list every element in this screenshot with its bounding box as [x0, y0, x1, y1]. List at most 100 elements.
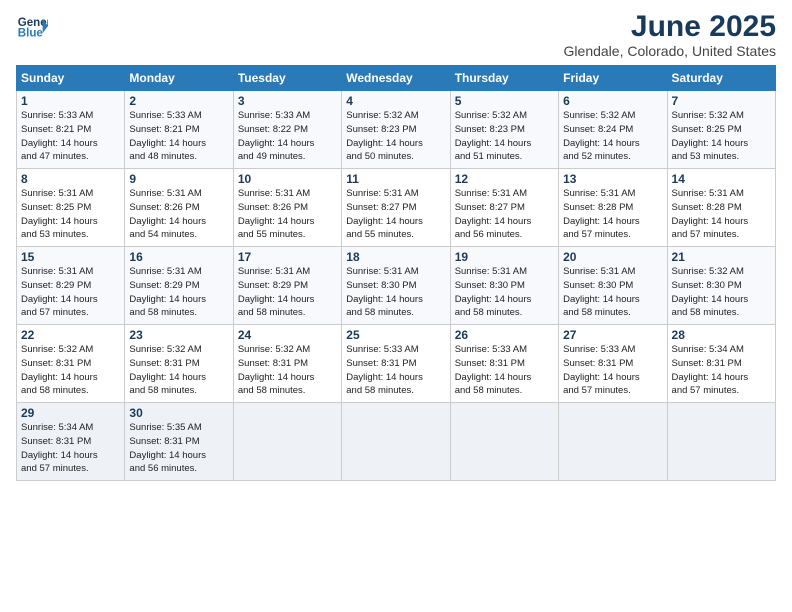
day-info: Sunrise: 5:31 AMSunset: 8:29 PMDaylight:…	[238, 265, 337, 320]
col-header-sunday: Sunday	[17, 66, 125, 91]
week-row-3: 15Sunrise: 5:31 AMSunset: 8:29 PMDayligh…	[17, 247, 776, 325]
day-info-line: Sunrise: 5:31 AM	[563, 265, 662, 279]
day-number: 2	[129, 94, 228, 108]
day-cell: 6Sunrise: 5:32 AMSunset: 8:24 PMDaylight…	[559, 91, 667, 169]
day-info-line: and 57 minutes.	[21, 462, 120, 476]
day-info: Sunrise: 5:31 AMSunset: 8:29 PMDaylight:…	[21, 265, 120, 320]
day-info-line: Daylight: 14 hours	[563, 371, 662, 385]
day-cell: 16Sunrise: 5:31 AMSunset: 8:29 PMDayligh…	[125, 247, 233, 325]
day-info: Sunrise: 5:34 AMSunset: 8:31 PMDaylight:…	[21, 421, 120, 476]
day-number: 16	[129, 250, 228, 264]
day-info-line: and 58 minutes.	[455, 384, 554, 398]
week-row-2: 8Sunrise: 5:31 AMSunset: 8:25 PMDaylight…	[17, 169, 776, 247]
day-info-line: Sunset: 8:31 PM	[238, 357, 337, 371]
day-info-line: Sunset: 8:31 PM	[563, 357, 662, 371]
day-cell	[233, 403, 341, 481]
day-info-line: Sunrise: 5:32 AM	[129, 343, 228, 357]
day-info-line: Daylight: 14 hours	[21, 215, 120, 229]
calendar-header-row: SundayMondayTuesdayWednesdayThursdayFrid…	[17, 66, 776, 91]
day-info-line: Sunrise: 5:31 AM	[21, 187, 120, 201]
day-info-line: Sunrise: 5:31 AM	[455, 265, 554, 279]
col-header-saturday: Saturday	[667, 66, 775, 91]
day-info-line: Sunset: 8:31 PM	[21, 357, 120, 371]
day-number: 13	[563, 172, 662, 186]
day-info-line: Sunrise: 5:34 AM	[21, 421, 120, 435]
day-info-line: Sunrise: 5:32 AM	[455, 109, 554, 123]
day-number: 30	[129, 406, 228, 420]
day-number: 8	[21, 172, 120, 186]
day-info-line: Daylight: 14 hours	[238, 137, 337, 151]
day-cell	[559, 403, 667, 481]
day-info-line: Daylight: 14 hours	[563, 215, 662, 229]
day-cell: 7Sunrise: 5:32 AMSunset: 8:25 PMDaylight…	[667, 91, 775, 169]
day-info-line: Sunset: 8:31 PM	[21, 435, 120, 449]
day-info-line: Sunrise: 5:31 AM	[346, 265, 445, 279]
calendar-table: SundayMondayTuesdayWednesdayThursdayFrid…	[16, 65, 776, 481]
day-info-line: Sunset: 8:26 PM	[238, 201, 337, 215]
day-info-line: Daylight: 14 hours	[672, 371, 771, 385]
day-number: 28	[672, 328, 771, 342]
day-info-line: Sunset: 8:31 PM	[672, 357, 771, 371]
day-info-line: and 58 minutes.	[238, 306, 337, 320]
col-header-wednesday: Wednesday	[342, 66, 450, 91]
week-row-4: 22Sunrise: 5:32 AMSunset: 8:31 PMDayligh…	[17, 325, 776, 403]
day-info-line: Sunset: 8:23 PM	[455, 123, 554, 137]
day-info-line: Daylight: 14 hours	[563, 137, 662, 151]
day-info-line: Sunset: 8:25 PM	[21, 201, 120, 215]
day-number: 14	[672, 172, 771, 186]
day-info-line: Sunrise: 5:34 AM	[672, 343, 771, 357]
day-info-line: Sunset: 8:28 PM	[672, 201, 771, 215]
day-info-line: and 55 minutes.	[346, 228, 445, 242]
day-info: Sunrise: 5:32 AMSunset: 8:31 PMDaylight:…	[129, 343, 228, 398]
day-info-line: and 56 minutes.	[455, 228, 554, 242]
day-info: Sunrise: 5:32 AMSunset: 8:23 PMDaylight:…	[455, 109, 554, 164]
day-cell: 21Sunrise: 5:32 AMSunset: 8:30 PMDayligh…	[667, 247, 775, 325]
day-info-line: Daylight: 14 hours	[129, 371, 228, 385]
day-number: 3	[238, 94, 337, 108]
day-number: 6	[563, 94, 662, 108]
day-info-line: Sunset: 8:30 PM	[672, 279, 771, 293]
day-number: 17	[238, 250, 337, 264]
subtitle: Glendale, Colorado, United States	[564, 43, 776, 59]
day-cell: 4Sunrise: 5:32 AMSunset: 8:23 PMDaylight…	[342, 91, 450, 169]
day-number: 1	[21, 94, 120, 108]
day-info-line: Sunrise: 5:33 AM	[455, 343, 554, 357]
day-cell: 1Sunrise: 5:33 AMSunset: 8:21 PMDaylight…	[17, 91, 125, 169]
day-number: 27	[563, 328, 662, 342]
day-info-line: Sunrise: 5:31 AM	[672, 187, 771, 201]
day-info-line: Sunset: 8:23 PM	[346, 123, 445, 137]
day-info-line: and 58 minutes.	[563, 306, 662, 320]
day-number: 23	[129, 328, 228, 342]
day-info-line: Sunrise: 5:31 AM	[129, 265, 228, 279]
day-info-line: and 58 minutes.	[672, 306, 771, 320]
day-info-line: and 50 minutes.	[346, 150, 445, 164]
day-number: 5	[455, 94, 554, 108]
day-info-line: Daylight: 14 hours	[346, 215, 445, 229]
day-info-line: Daylight: 14 hours	[238, 293, 337, 307]
day-info-line: Sunrise: 5:31 AM	[455, 187, 554, 201]
day-info-line: and 49 minutes.	[238, 150, 337, 164]
day-info-line: Sunrise: 5:31 AM	[21, 265, 120, 279]
day-info-line: and 58 minutes.	[346, 306, 445, 320]
title-block: June 2025 Glendale, Colorado, United Sta…	[564, 10, 776, 59]
day-cell: 2Sunrise: 5:33 AMSunset: 8:21 PMDaylight…	[125, 91, 233, 169]
day-info-line: Sunset: 8:25 PM	[672, 123, 771, 137]
day-info-line: Sunset: 8:29 PM	[129, 279, 228, 293]
day-info-line: Sunrise: 5:32 AM	[672, 109, 771, 123]
day-info-line: Sunrise: 5:31 AM	[238, 265, 337, 279]
day-info-line: Daylight: 14 hours	[21, 449, 120, 463]
day-number: 24	[238, 328, 337, 342]
day-info-line: Sunrise: 5:31 AM	[346, 187, 445, 201]
day-number: 20	[563, 250, 662, 264]
day-cell: 5Sunrise: 5:32 AMSunset: 8:23 PMDaylight…	[450, 91, 558, 169]
day-info-line: Daylight: 14 hours	[238, 371, 337, 385]
day-info-line: and 57 minutes.	[672, 384, 771, 398]
day-cell: 22Sunrise: 5:32 AMSunset: 8:31 PMDayligh…	[17, 325, 125, 403]
day-info-line: Sunrise: 5:31 AM	[238, 187, 337, 201]
day-info-line: Daylight: 14 hours	[21, 137, 120, 151]
day-info-line: and 57 minutes.	[563, 228, 662, 242]
day-info-line: and 48 minutes.	[129, 150, 228, 164]
day-cell: 19Sunrise: 5:31 AMSunset: 8:30 PMDayligh…	[450, 247, 558, 325]
svg-text:Blue: Blue	[18, 28, 44, 40]
day-info: Sunrise: 5:32 AMSunset: 8:24 PMDaylight:…	[563, 109, 662, 164]
